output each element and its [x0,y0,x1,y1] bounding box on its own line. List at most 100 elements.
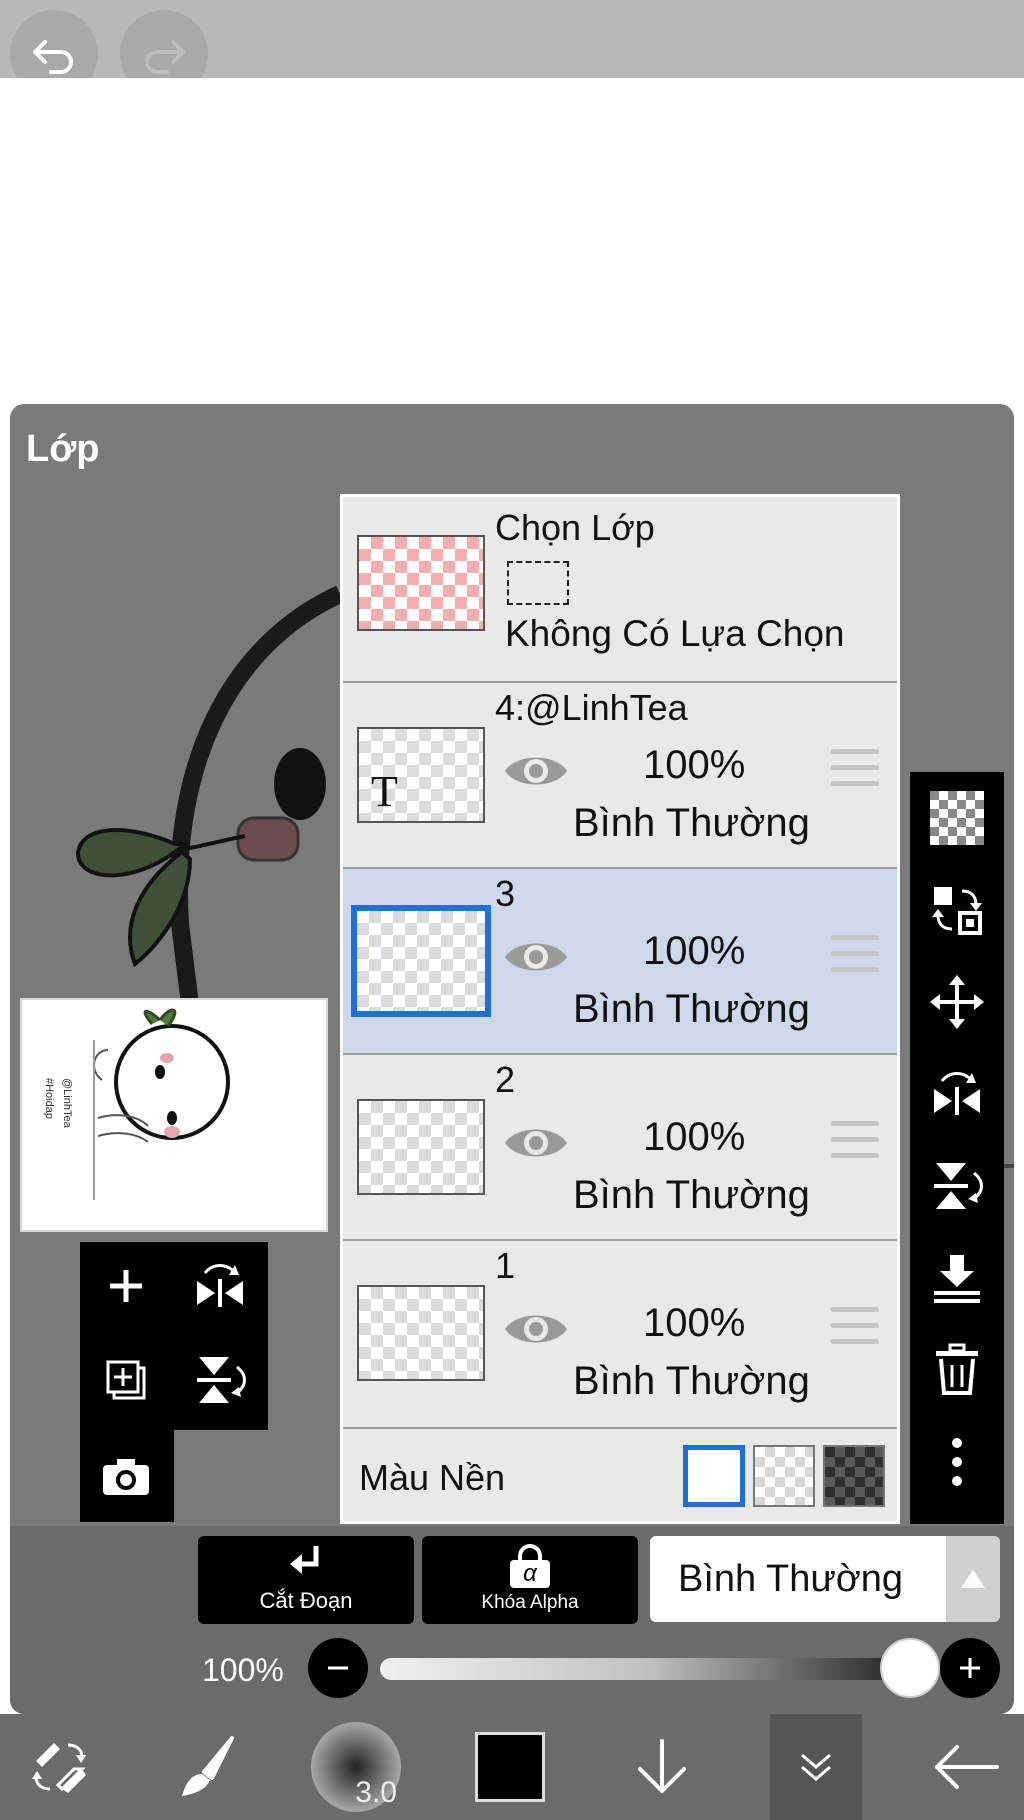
flip-horizontal-icon [934,1072,980,1115]
brush-tool-button[interactable] [150,1714,260,1820]
redo-icon [145,40,185,74]
back-button[interactable] [916,1714,1016,1820]
swap-tools-button[interactable] [10,1714,110,1820]
more-icon [952,1438,962,1486]
drag-handle-icon[interactable] [831,749,879,791]
visibility-eye-icon[interactable] [501,933,571,981]
drag-handle-icon[interactable] [831,1121,879,1163]
visibility-eye-icon[interactable] [501,747,571,795]
clipping-label: Cắt Đoạn [259,1588,353,1613]
layer-thumbnail [357,1099,485,1195]
layer-list: Chọn Lớp Không Có Lựa Chọn T 4:@LinhTea 10… [340,494,900,1524]
visibility-eye-icon[interactable] [501,1119,571,1167]
trash-icon [936,1343,978,1395]
flip-horizontal-icon [197,1264,243,1307]
brush-size-icon: 3.0 [311,1722,401,1812]
opacity-increase-button[interactable] [940,1638,1000,1698]
move-icon [930,975,984,1029]
swap-tools-icon [32,1743,86,1793]
canvas-area[interactable] [0,78,1024,404]
clipping-button[interactable]: Cắt Đoạn [198,1536,414,1624]
selection-status: Không Có Lựa Chọn [505,613,845,654]
camera-icon [103,1459,149,1495]
layer-options-bar: Cắt Đoạn α Khóa Alpha Bình Thường 100% [10,1526,1014,1714]
opacity-slider[interactable] [380,1658,920,1680]
flip-vertical-icon [197,1357,246,1403]
alpha-lock-button[interactable]: α Khóa Alpha [422,1536,638,1624]
bottom-toolbar: 3.0 [0,1714,1024,1820]
camera-button[interactable] [86,1436,166,1516]
color-icon [475,1732,545,1802]
merge-down-button[interactable] [910,1232,1004,1324]
color-picker-button[interactable] [460,1714,560,1820]
flip-horizontal-button[interactable] [910,1048,1004,1140]
blend-mode-select[interactable]: Bình Thường [650,1536,1000,1622]
checkerboard-button[interactable] [910,772,1004,864]
bg-dark-swatch[interactable] [823,1445,885,1507]
alpha-lock-label: Khóa Alpha [481,1592,579,1613]
layer-opacity: 100% [643,743,746,787]
move-button[interactable] [910,956,1004,1048]
layer-blend-mode: Bình Thường [573,1173,810,1217]
blend-mode-value: Bình Thường [678,1558,904,1600]
undo-icon [33,40,73,74]
layer-row[interactable]: 3 100% Bình Thường [343,867,897,1053]
layer-blend-mode: Bình Thường [573,801,810,845]
layer-thumbnail [357,1285,485,1381]
preview-watermark-tag: #Hoidap [43,1078,55,1119]
layer-opacity: 100% [643,1115,746,1159]
copy-layer-icon [106,1360,146,1400]
download-icon [638,1739,686,1793]
flip-vertical-button[interactable] [910,1140,1004,1232]
selection-thumbnail [357,535,485,631]
bg-transparent-swatch[interactable] [753,1445,815,1507]
collapse-icon [801,1753,831,1781]
add-layer-icon [110,1270,142,1302]
plus-icon [960,1658,980,1678]
drag-handle-icon[interactable] [831,1307,879,1349]
more-options-button[interactable] [910,1416,1004,1508]
text-layer-icon: T [371,767,398,816]
flip-vertical-button[interactable] [180,1340,260,1420]
selection-marquee-icon [507,561,569,605]
layer-name: 4:@LinhTea [495,687,688,728]
blend-mode-arrow[interactable] [946,1536,1000,1622]
layer-name: 1 [495,1245,516,1286]
bg-white-swatch[interactable] [683,1445,745,1507]
layer-opacity: 100% [643,929,746,973]
add-layer-button[interactable] [86,1246,166,1326]
visibility-eye-icon[interactable] [501,1305,571,1353]
copy-layer-button[interactable] [86,1340,166,1420]
layer-tools-left [80,1242,268,1522]
layer-blend-mode: Bình Thường [573,1359,810,1403]
canvas-preview[interactable]: @LinhTea #Hoidap [20,998,328,1232]
layer-panel-toggle-button[interactable] [770,1714,862,1820]
layer-row[interactable]: 1 100% Bình Thường [343,1239,897,1425]
panel-title: Lớp [26,428,100,470]
clipping-arrow-icon [290,1546,319,1574]
selection-title: Chọn Lớp [495,507,655,548]
layer-name: 2 [495,1059,516,1100]
flip-horizontal-button[interactable] [180,1246,260,1326]
layer-tools-right [910,772,1004,1524]
transform-swap-icon [932,887,982,935]
delete-layer-button[interactable] [910,1324,1004,1416]
alpha-symbol: α [510,1560,550,1588]
download-button[interactable] [612,1714,712,1820]
layer-row[interactable]: 2 100% Bình Thường [343,1053,897,1239]
brush-size-button[interactable]: 3.0 [306,1714,406,1820]
opacity-decrease-button[interactable] [308,1638,368,1698]
flip-vertical-icon [934,1163,983,1209]
layer-row[interactable]: T 4:@LinhTea 100% Bình Thường [343,681,897,867]
transform-swap-button[interactable] [910,864,1004,956]
preview-drawing: @LinhTea #Hoidap [43,1008,230,1200]
layer-panel: Lớp @LinhTea #Hoidap Chọn Lớp Không Có L… [10,404,1014,1714]
layer-name: 3 [495,873,516,914]
background-color-row: Màu Nền [343,1427,897,1521]
drag-handle-icon[interactable] [831,935,879,977]
layer-thumbnail [351,905,491,1017]
layer-opacity: 100% [643,1301,746,1345]
triangle-up-icon [961,1570,985,1588]
selection-layer-row[interactable]: Chọn Lớp Không Có Lựa Chọn [343,497,897,681]
opacity-slider-handle[interactable] [880,1638,940,1698]
